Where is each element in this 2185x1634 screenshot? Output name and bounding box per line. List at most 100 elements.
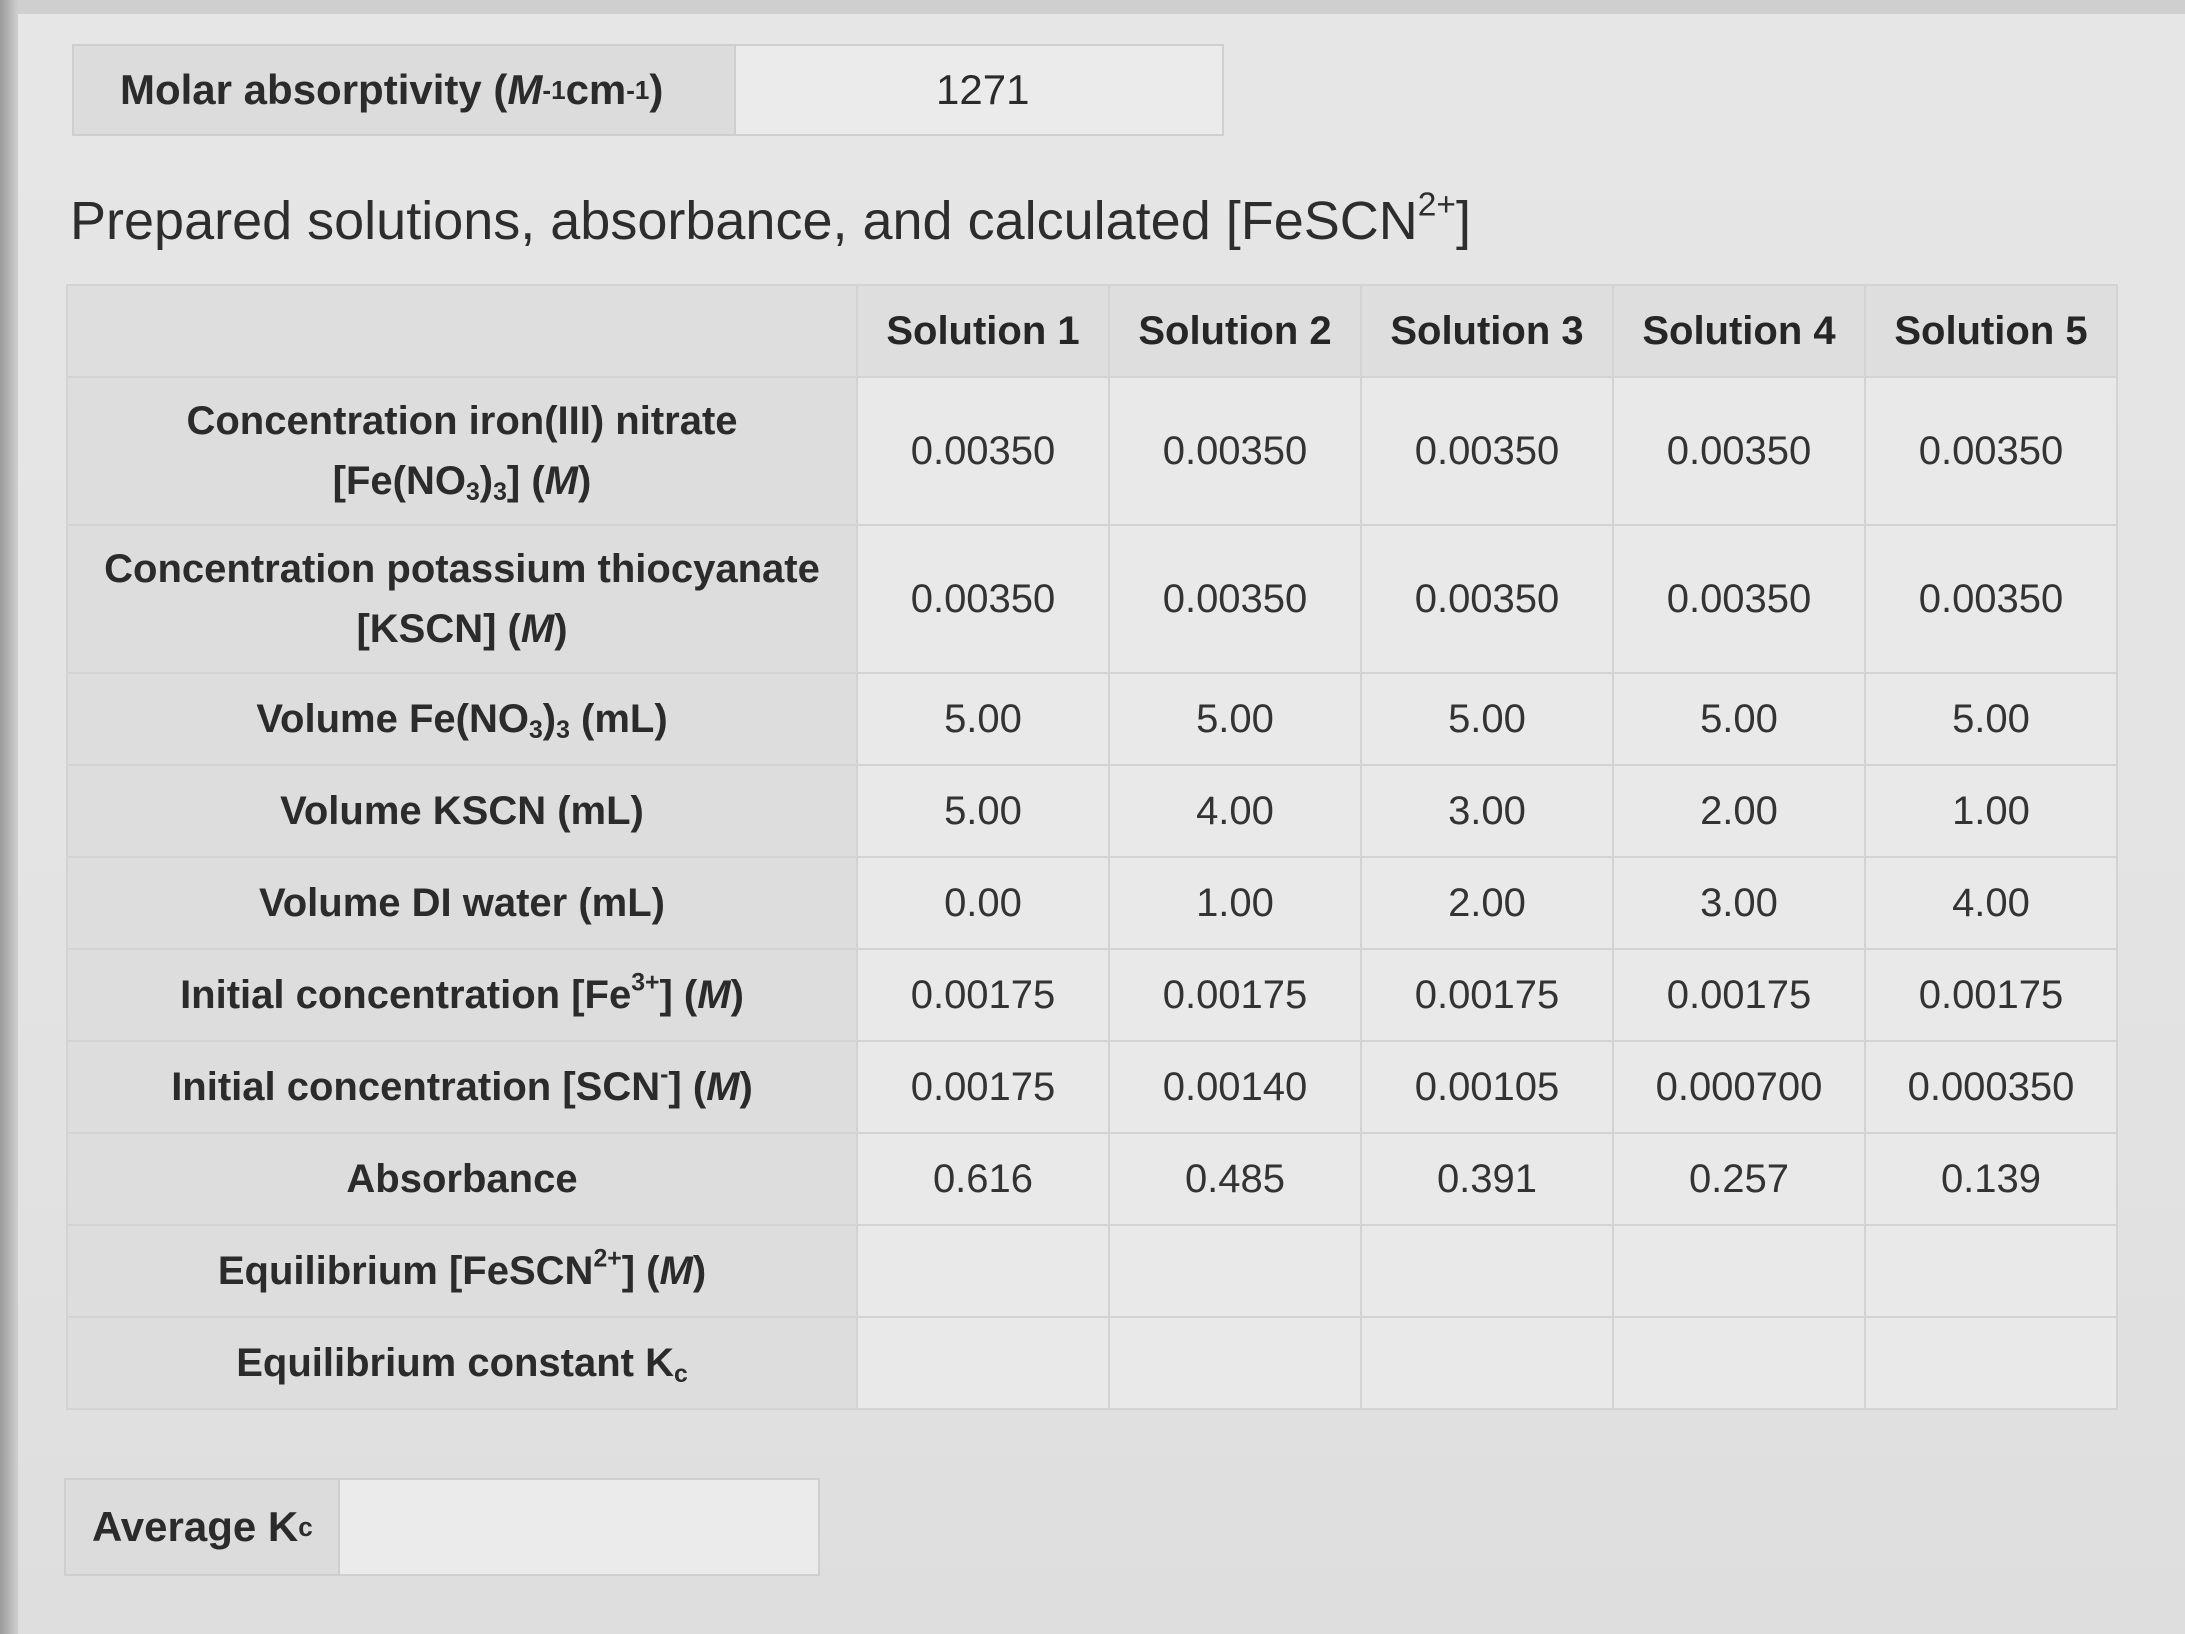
section-title: Prepared solutions, absorbance, and calc…: [70, 186, 1471, 252]
table-cell[interactable]: 0.00105: [1360, 1040, 1614, 1134]
table-cell[interactable]: 0.00175: [1864, 948, 2118, 1042]
table-cell[interactable]: 0.00175: [1360, 948, 1614, 1042]
row-label-unit: M: [697, 973, 731, 1017]
average-kc-input[interactable]: [338, 1480, 818, 1574]
row-label-part: ] (: [659, 973, 698, 1017]
table-cell[interactable]: 5.00: [856, 764, 1110, 858]
row-label-sub: c: [674, 1361, 688, 1389]
table-cell[interactable]: 0.00350: [1864, 376, 2118, 526]
row-label-part: Initial concentration [SCN: [171, 1065, 661, 1109]
column-header-solution-2: Solution 2: [1108, 284, 1362, 378]
row-label-iron-nitrate-concentration: Concentration iron(III) nitrate [Fe(NO3)…: [66, 376, 858, 526]
row-label-part: ): [739, 1065, 753, 1109]
table-cell[interactable]: 4.00: [1864, 856, 2118, 950]
table-cell[interactable]: 3.00: [1612, 856, 1866, 950]
row-label-unit: M: [544, 459, 578, 503]
row-label-absorbance: Absorbance: [66, 1132, 858, 1226]
table-cell[interactable]: 0.00350: [856, 376, 1110, 526]
table-cell[interactable]: 0.00175: [856, 1040, 1110, 1134]
table-cell[interactable]: 0.00350: [1864, 524, 2118, 674]
table-row: Concentration potassium thiocyanate [KSC…: [66, 524, 2118, 674]
table-cell[interactable]: 5.00: [1864, 672, 2118, 766]
table-cell[interactable]: 4.00: [1108, 764, 1362, 858]
row-label-initial-scn: Initial concentration [SCN-] (M): [66, 1040, 858, 1134]
table-cell-input[interactable]: [1612, 1316, 1866, 1410]
table-row: Volume DI water (mL) 0.00 1.00 2.00 3.00…: [66, 856, 2118, 950]
table-header-row: Solution 1 Solution 2 Solution 3 Solutio…: [66, 284, 2118, 378]
table-cell[interactable]: 5.00: [1108, 672, 1362, 766]
table-cell[interactable]: 0.00140: [1108, 1040, 1362, 1134]
table-cell-input[interactable]: [856, 1224, 1110, 1318]
table-cell[interactable]: 0.616: [856, 1132, 1110, 1226]
column-header-solution-4: Solution 4: [1612, 284, 1866, 378]
row-label-part: Initial concentration [Fe: [180, 973, 632, 1017]
row-label-part: ] (: [668, 1065, 707, 1109]
row-label-equilibrium-fescn: Equilibrium [FeSCN2+] (M): [66, 1224, 858, 1318]
table-cell-input[interactable]: [1360, 1224, 1614, 1318]
table-cell[interactable]: 0.00350: [856, 524, 1110, 674]
table-cell-input[interactable]: [856, 1316, 1110, 1410]
table-cell[interactable]: 5.00: [1612, 672, 1866, 766]
table-cell[interactable]: 2.00: [1360, 856, 1614, 950]
table-cell[interactable]: 0.000350: [1864, 1040, 2118, 1134]
molar-unit-cm: cm: [565, 66, 627, 113]
table-cell[interactable]: 0.00350: [1612, 376, 1866, 526]
row-label-part: ): [542, 697, 557, 741]
table-cell[interactable]: 0.139: [1864, 1132, 2118, 1226]
table-cell[interactable]: 0.00175: [1612, 948, 1866, 1042]
table-cell[interactable]: 0.00350: [1108, 376, 1362, 526]
table-cell[interactable]: 5.00: [1360, 672, 1614, 766]
table-cell[interactable]: 0.00: [856, 856, 1110, 950]
table-cell[interactable]: 0.00350: [1360, 376, 1614, 526]
row-label-part: ): [692, 1249, 707, 1293]
table-cell[interactable]: 0.00350: [1108, 524, 1362, 674]
table-cell[interactable]: 3.00: [1360, 764, 1614, 858]
molar-absorptivity-value[interactable]: 1271: [734, 46, 1222, 134]
row-label-part: [KSCN] (: [356, 607, 521, 651]
row-label-sup: 3+: [631, 969, 660, 997]
table-cell-input[interactable]: [1864, 1316, 2118, 1410]
section-title-sup: 2+: [1417, 186, 1456, 224]
column-header-solution-3: Solution 3: [1360, 284, 1614, 378]
table-cell-input[interactable]: [1108, 1224, 1362, 1318]
table-cell[interactable]: 0.000700: [1612, 1040, 1866, 1134]
row-label-part: ] (: [621, 1249, 660, 1293]
row-label-unit: M: [706, 1065, 740, 1109]
row-label-part: ): [479, 459, 494, 503]
table-cell[interactable]: 0.00350: [1360, 524, 1614, 674]
table-cell-input[interactable]: [1108, 1316, 1362, 1410]
table-cell[interactable]: 0.485: [1108, 1132, 1362, 1226]
row-label-volume-kscn: Volume KSCN (mL): [66, 764, 858, 858]
table-cell[interactable]: 0.00175: [856, 948, 1110, 1042]
table-row: Absorbance 0.616 0.485 0.391 0.257 0.139: [66, 1132, 2118, 1226]
section-title-close: ]: [1455, 191, 1471, 251]
table-cell[interactable]: 5.00: [856, 672, 1110, 766]
table-cell[interactable]: 0.257: [1612, 1132, 1866, 1226]
row-label-part: ] (: [506, 459, 545, 503]
screen-left-edge: [0, 0, 18, 1634]
table-row: Initial concentration [Fe3+] (M) 0.00175…: [66, 948, 2118, 1042]
column-header-solution-5: Solution 5: [1864, 284, 2118, 378]
average-kc-row: Average Kc: [64, 1478, 820, 1576]
table-row: Initial concentration [SCN-] (M) 0.00175…: [66, 1040, 2118, 1134]
molar-label-close: ): [649, 66, 664, 113]
row-label-part: Volume Fe(NO: [256, 697, 529, 741]
average-kc-label: Average Kc: [66, 1480, 338, 1574]
table-row: Concentration iron(III) nitrate [Fe(NO3)…: [66, 376, 2118, 526]
row-label-unit: M: [520, 607, 555, 651]
table-cell[interactable]: 1.00: [1108, 856, 1362, 950]
row-label-line1: Concentration iron(III) nitrate: [186, 399, 738, 443]
molar-absorptivity-row: Molar absorptivity (M -1 cm -1) 1271: [72, 44, 1224, 136]
row-label-part: Equilibrium constant K: [236, 1341, 674, 1385]
table-cell-input[interactable]: [1864, 1224, 2118, 1318]
table-cell[interactable]: 2.00: [1612, 764, 1866, 858]
table-cell[interactable]: 0.00175: [1108, 948, 1362, 1042]
table-cell[interactable]: 0.00350: [1612, 524, 1866, 674]
table-cell-input[interactable]: [1612, 1224, 1866, 1318]
table-cell[interactable]: 0.391: [1360, 1132, 1614, 1226]
table-row: Volume Fe(NO3)3 (mL) 5.00 5.00 5.00 5.00…: [66, 672, 2118, 766]
row-label-sub: 3: [465, 479, 480, 507]
row-label-initial-fe3: Initial concentration [Fe3+] (M): [66, 948, 858, 1042]
table-cell-input[interactable]: [1360, 1316, 1614, 1410]
table-cell[interactable]: 1.00: [1864, 764, 2118, 858]
